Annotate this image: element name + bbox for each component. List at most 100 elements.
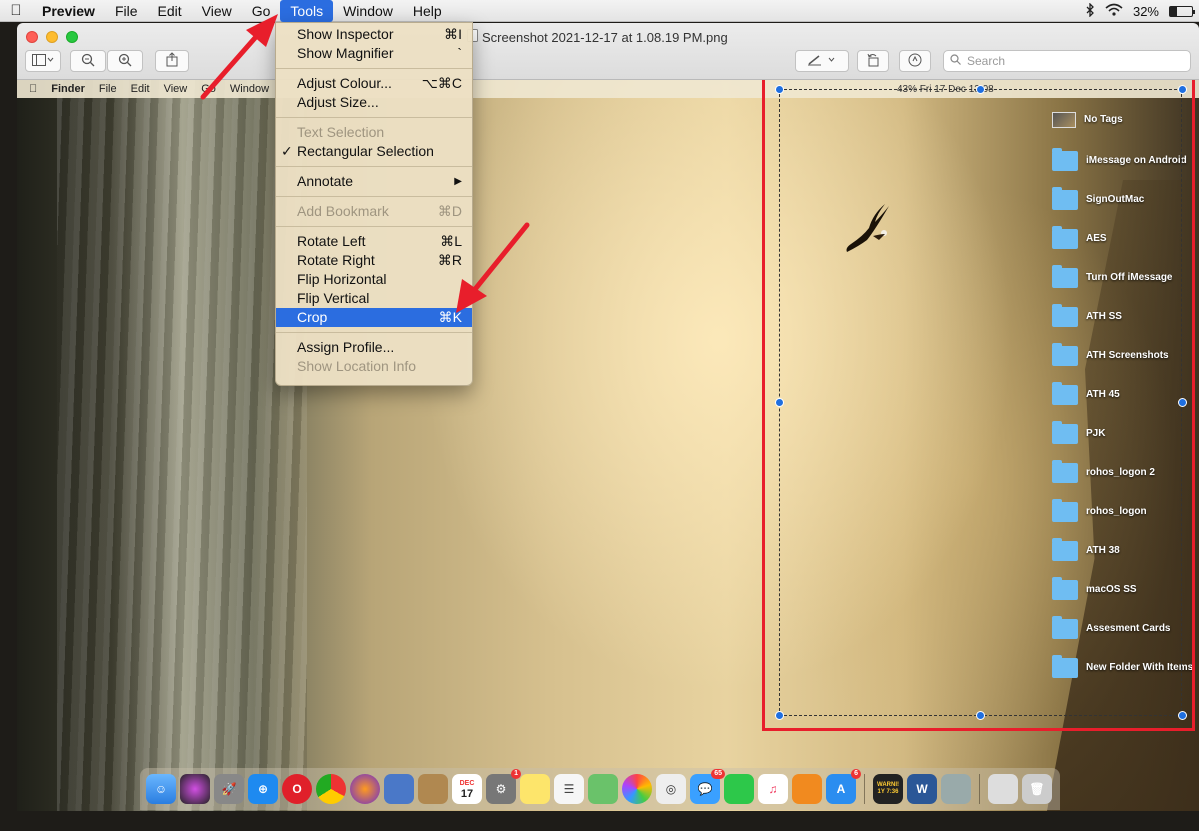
menu-item-adjust-colour[interactable]: Adjust Colour... ⌥⌘C <box>276 74 472 93</box>
menu-app-preview[interactable]: Preview <box>32 0 105 22</box>
menu-help[interactable]: Help <box>403 0 452 22</box>
console-warning-text: WARNI! 1Y 7:36 <box>877 782 899 795</box>
menu-item-show-inspector[interactable]: Show Inspector ⌘I <box>276 25 472 44</box>
siri-dock-icon <box>180 774 210 804</box>
trash-dock-icon: 🗑 <box>1022 774 1052 804</box>
minimize-button[interactable] <box>46 31 58 43</box>
image-canvas[interactable]:  Finder File Edit View Go Window 43% Fr… <box>17 80 1199 811</box>
menu-file[interactable]: File <box>105 0 148 22</box>
photos-dock-icon <box>622 774 652 804</box>
share-icon <box>166 52 178 70</box>
sidebar-icon <box>32 53 54 69</box>
document-dock-icon <box>988 774 1018 804</box>
rotate-icon <box>866 53 880 70</box>
search-placeholder: Search <box>967 54 1006 68</box>
app-store-dock-icon: A6 <box>826 769 861 804</box>
screenshot-menu-window: Window <box>221 83 269 95</box>
dock: ☺ 🚀 ⊕ O DEC 17 ⚙ 1 ☰ ◎ 💬 65 ♫ A6 WARNI! … <box>140 768 1060 810</box>
window-title-text: Screenshot 2021-12-17 at 1.08.19 PM.png <box>482 29 728 45</box>
markup-button[interactable] <box>795 50 849 72</box>
apple-logo-icon[interactable]:  <box>0 2 32 19</box>
battery-icon[interactable] <box>1169 5 1195 17</box>
search-field[interactable]: Search <box>943 50 1191 72</box>
chrome-dock-icon <box>316 774 346 804</box>
annotate-button[interactable] <box>899 50 931 72</box>
dock-separator <box>864 774 865 804</box>
notes-dock-icon <box>520 774 550 804</box>
screenshot-menu-file: File <box>90 83 117 95</box>
menu-item-crop[interactable]: Crop ⌘K <box>276 308 472 327</box>
submenu-arrow-icon: ▶ <box>454 176 462 187</box>
highlight-annotation-box <box>762 80 1195 731</box>
window-title: Screenshot 2021-12-17 at 1.08.19 PM.png <box>467 29 728 45</box>
screenshot-menu-go: Go <box>192 83 216 95</box>
menu-item-flip-horizontal[interactable]: Flip Horizontal <box>276 270 472 289</box>
menu-item-rectangular-selection[interactable]: ✓ Rectangular Selection <box>276 142 472 161</box>
preview-dock-icon <box>384 774 414 804</box>
pen-icon <box>807 54 837 69</box>
battery-percent: 32% <box>1132 3 1159 19</box>
preview-window: Screenshot 2021-12-17 at 1.08.19 PM.png <box>17 23 1199 811</box>
screenshot-menu-finder: Finder <box>43 83 85 95</box>
close-button[interactable] <box>26 31 38 43</box>
menu-separator <box>276 166 472 167</box>
appstore-badge: 6 <box>851 769 861 779</box>
menu-item-rotate-right[interactable]: Rotate Right ⌘R <box>276 251 472 270</box>
launchpad-dock-icon: 🚀 <box>214 774 244 804</box>
notebook-dock-icon <box>418 774 448 804</box>
menu-edit[interactable]: Edit <box>148 0 192 22</box>
finder-dock-icon: ☺ <box>146 774 176 804</box>
facetime-dock-icon <box>724 774 754 804</box>
calendar-day: 17 <box>460 788 474 800</box>
menu-tools[interactable]: Tools <box>280 0 334 22</box>
console-dock-icon: WARNI! 1Y 7:36 <box>873 774 903 804</box>
menu-go[interactable]: Go <box>242 0 281 22</box>
wifi-icon[interactable] <box>1105 3 1123 19</box>
waterfall-texture <box>57 80 307 811</box>
menu-item-adjust-size[interactable]: Adjust Size... <box>276 93 472 112</box>
menu-item-show-location-info: Show Location Info <box>297 358 417 374</box>
menu-item-text-selection: Text Selection <box>297 124 385 140</box>
share-button[interactable] <box>155 50 189 72</box>
search-icon <box>950 54 961 68</box>
menu-window[interactable]: Window <box>333 0 403 22</box>
menu-item-flip-vertical[interactable]: Flip Vertical <box>276 289 472 308</box>
screenshot-menu-edit: Edit <box>122 83 150 95</box>
menu-view[interactable]: View <box>192 0 242 22</box>
menu-separator <box>276 196 472 197</box>
zoom-out-button[interactable] <box>70 50 106 72</box>
zoom-button[interactable] <box>66 31 78 43</box>
safari-dock-icon: ⊕ <box>248 774 278 804</box>
menu-item-rotate-left[interactable]: Rotate Left ⌘L <box>276 232 472 251</box>
menu-separator <box>276 332 472 333</box>
tools-menu: Show Inspector ⌘I Show Magnifier ` Adjust … <box>275 22 473 386</box>
messages-dock-icon: 💬 65 <box>690 769 725 804</box>
menu-item-assign-profile[interactable]: Assign Profile... <box>276 338 472 357</box>
checkmark-icon: ✓ <box>281 143 293 159</box>
image-capture-dock-icon <box>941 774 971 804</box>
maps-dock-icon <box>588 774 618 804</box>
menu-item-annotate[interactable]: Annotate ▶ <box>276 172 472 191</box>
zoom-out-icon <box>81 53 95 70</box>
menu-bar:  Preview File Edit View Go Tools Window… <box>0 0 1199 22</box>
sidebar-toggle-button[interactable] <box>25 50 61 72</box>
menu-item-add-bookmark: Add Bookmark ⌘D <box>297 203 462 219</box>
menu-separator <box>276 226 472 227</box>
annotate-circle-icon <box>908 53 922 70</box>
firefox-dock-icon <box>350 774 380 804</box>
dock-separator <box>979 774 980 804</box>
rotate-button[interactable] <box>857 50 889 72</box>
messages-badge: 65 <box>711 769 725 779</box>
screenshot-apple-icon:  <box>17 83 44 95</box>
screenshot-menu-view: View <box>155 83 188 95</box>
menu-separator <box>276 117 472 118</box>
calendar-dock-icon: DEC 17 <box>452 774 482 804</box>
opera-dock-icon: O <box>282 774 312 804</box>
music-dock-icon: ♫ <box>758 774 788 804</box>
menu-item-show-magnifier[interactable]: Show Magnifier ` <box>276 44 472 63</box>
books-dock-icon <box>792 774 822 804</box>
bluetooth-icon[interactable] <box>1085 1 1095 20</box>
title-bar: Screenshot 2021-12-17 at 1.08.19 PM.png <box>17 23 1199 80</box>
reminders-dock-icon: ☰ <box>554 774 584 804</box>
zoom-in-button[interactable] <box>107 50 143 72</box>
